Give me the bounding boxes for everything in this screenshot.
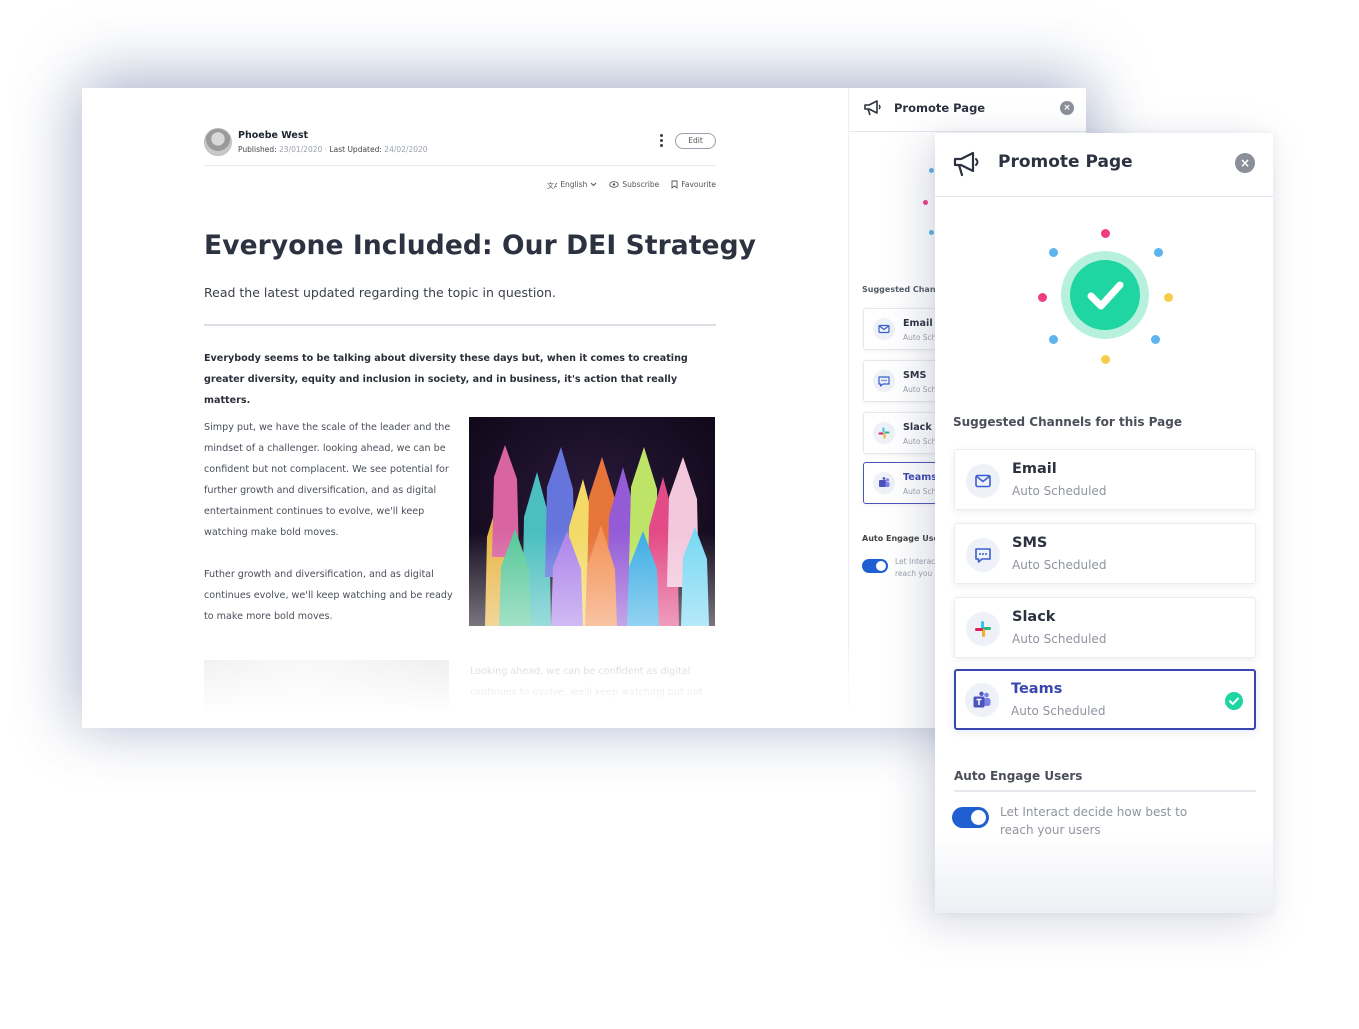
channel-status: Auto Scheduled <box>1012 632 1107 646</box>
channel-status: Auto Scheduled <box>1012 558 1107 572</box>
megaphone-icon <box>953 151 979 177</box>
channel-name: Teams <box>1011 681 1063 697</box>
title-divider <box>204 324 716 326</box>
confetti-dot <box>1151 335 1160 344</box>
channel-name: Slack <box>1012 609 1056 625</box>
channel-card-slack[interactable]: Slack Auto Scheduled <box>954 597 1256 658</box>
meta-separator: · <box>324 145 328 154</box>
language-label: English <box>560 180 588 189</box>
teams-icon <box>873 472 895 494</box>
back-auto-engage-toggle[interactable] <box>862 559 888 573</box>
updated-date: 24/02/2020 <box>384 145 428 154</box>
back-channel-status: Auto Sch <box>903 487 937 496</box>
promote-panel-header: Promote Page × <box>935 133 1273 197</box>
auto-engage-description: Let Interact decide how best to reach yo… <box>1000 805 1188 837</box>
suggested-channels-label: Suggested Channels for this Page <box>953 415 1182 429</box>
panel-fade-overlay <box>935 833 1273 913</box>
checkmark-icon <box>1070 260 1140 330</box>
article-lead: Everybody seems to be talking about dive… <box>204 353 688 406</box>
secondary-image <box>204 660 449 720</box>
back-channel-name: Teams <box>903 472 937 483</box>
subscribe-link[interactable]: Subscribe <box>609 180 659 189</box>
promote-panel-title: Promote Page <box>998 152 1133 172</box>
envelope-icon <box>966 464 1000 498</box>
back-engage-label: Auto Engage User <box>862 534 943 543</box>
promote-page-panel: Promote Page × Suggested Channels for th… <box>935 133 1273 913</box>
back-suggested-label: Suggested Chann <box>862 285 942 294</box>
confetti-dot <box>929 168 934 173</box>
back-channel-name: SMS <box>903 370 927 381</box>
article-actions: 文A English Subscribe Favourite <box>547 180 716 189</box>
favourite-link[interactable]: Favourite <box>671 180 716 189</box>
back-panel-header: Promote Page × <box>849 88 1086 132</box>
back-panel-title: Promote Page <box>894 101 986 115</box>
more-options-icon[interactable] <box>660 134 664 148</box>
teams-icon <box>965 683 999 717</box>
author-avatar[interactable] <box>204 128 232 156</box>
auto-engage-label: Auto Engage Users <box>954 769 1083 783</box>
channel-card-teams[interactable]: Teams Auto Scheduled <box>954 669 1256 730</box>
back-channel-status: Auto Sch <box>903 437 937 446</box>
success-graphic <box>1035 223 1175 373</box>
language-selector[interactable]: 文A English <box>547 180 597 189</box>
channel-status: Auto Scheduled <box>1011 704 1106 718</box>
channel-status: Auto Scheduled <box>1012 484 1107 498</box>
subscribe-label: Subscribe <box>622 180 660 189</box>
slack-icon <box>966 612 1000 646</box>
confetti-dot <box>1049 335 1058 344</box>
confetti-dot <box>929 230 934 235</box>
paragraph-2: Futher growth and diversification, and a… <box>204 569 453 622</box>
close-icon[interactable]: × <box>1235 153 1255 173</box>
confetti-dot <box>1154 248 1163 257</box>
eye-icon <box>609 181 620 188</box>
back-channel-status: Auto Sch <box>903 385 937 394</box>
bookmark-icon <box>671 180 678 189</box>
article-title: Everyone Included: Our DEI Strategy <box>204 230 757 261</box>
close-icon[interactable]: × <box>1060 101 1074 115</box>
auto-engage-toggle[interactable] <box>952 807 989 828</box>
paragraph-3: Looking ahead, we can be confident as di… <box>470 666 703 698</box>
slack-icon <box>873 422 895 444</box>
published-label: Published: <box>238 145 277 154</box>
article-body: Simpy put, we have the scale of the lead… <box>204 417 454 627</box>
author-row: Phoebe West Published: 23/01/2020 · Last… <box>204 128 716 166</box>
confetti-dot <box>1038 293 1047 302</box>
confetti-dot <box>1101 355 1110 364</box>
paragraph-1: Simpy put, we have the scale of the lead… <box>204 422 451 538</box>
channel-card-email[interactable]: Email Auto Scheduled <box>954 449 1256 510</box>
confetti-dot <box>1164 293 1173 302</box>
published-date: 23/01/2020 <box>279 145 323 154</box>
megaphone-icon <box>864 100 881 116</box>
channel-name: Email <box>1012 461 1057 477</box>
translate-icon: 文A <box>547 181 557 189</box>
channel-name: SMS <box>1012 535 1048 551</box>
chat-bubble-icon <box>873 370 895 392</box>
article-subtitle: Read the latest updated regarding the to… <box>204 285 556 300</box>
edit-button[interactable]: Edit <box>675 133 716 149</box>
confetti-dot <box>923 200 928 205</box>
back-channel-name: Slack <box>903 422 932 433</box>
author-name[interactable]: Phoebe West <box>238 130 308 141</box>
auto-engage-divider <box>954 790 1256 792</box>
back-channel-status: Auto Sch <box>903 333 937 342</box>
colored-pencils-image <box>469 417 715 626</box>
svg-text:文A: 文A <box>547 181 557 189</box>
chat-bubble-icon <box>966 538 1000 572</box>
back-channel-name: Email <box>903 318 933 329</box>
envelope-icon <box>873 318 895 340</box>
confetti-dot <box>1101 229 1110 238</box>
favourite-label: Favourite <box>681 180 716 189</box>
confetti-dot <box>1049 248 1058 257</box>
selected-check-icon <box>1225 692 1243 710</box>
updated-label: Last Updated: <box>329 145 382 154</box>
channel-card-sms[interactable]: SMS Auto Scheduled <box>954 523 1256 584</box>
author-meta: Published: 23/01/2020 · Last Updated: 24… <box>238 145 428 154</box>
chevron-down-icon <box>591 182 597 187</box>
